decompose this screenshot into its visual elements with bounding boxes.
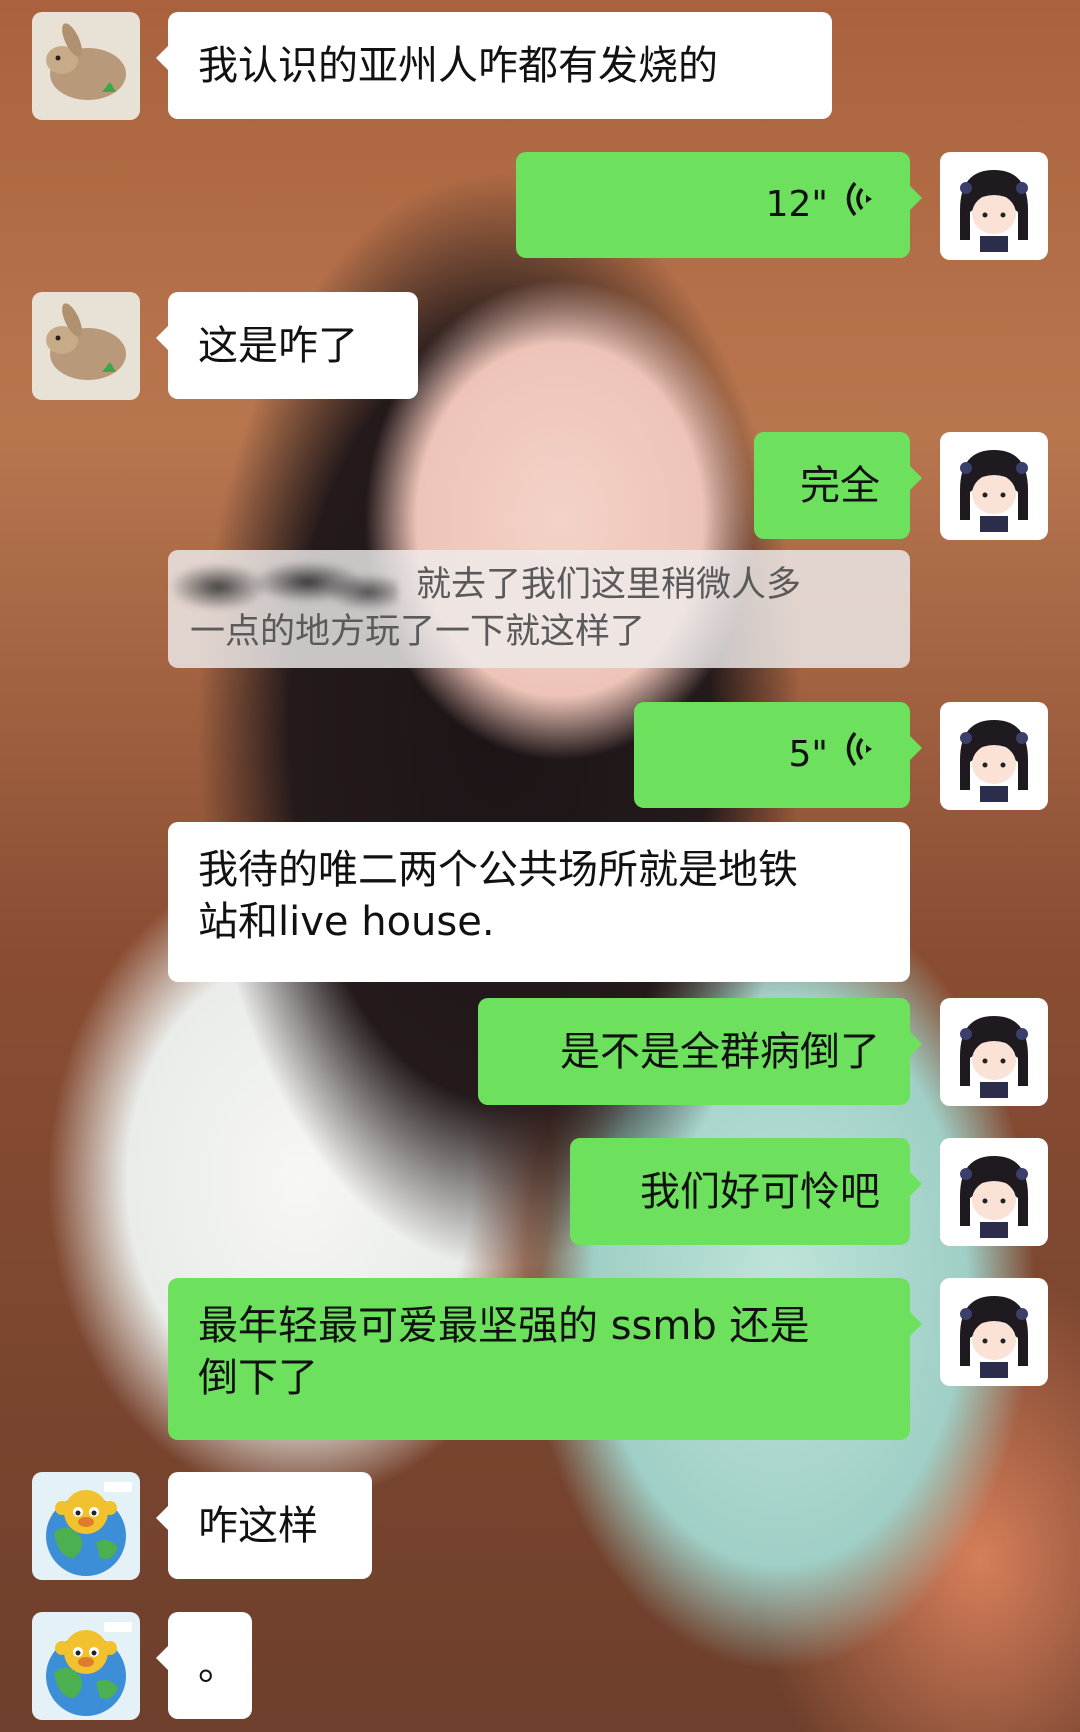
message-bubble[interactable]: 是不是全群病倒了 bbox=[478, 998, 922, 1105]
message-bubble[interactable]: 完全 bbox=[754, 432, 922, 539]
message-bubble[interactable]: 最年轻最可爱最坚强的 ssmb 还是 倒下了 bbox=[168, 1278, 922, 1440]
avatar-rabbit[interactable] bbox=[32, 292, 140, 400]
message-text: 我认识的亚州人咋都有发烧的 bbox=[198, 42, 718, 89]
avatar-rabbit[interactable] bbox=[32, 12, 140, 120]
voice-message-bubble[interactable]: 12" bbox=[516, 152, 922, 258]
avatar-monkey-globe[interactable] bbox=[32, 1612, 140, 1720]
voice-duration: 5" bbox=[788, 734, 828, 775]
message-text-line2: 倒下了 bbox=[198, 1355, 318, 1401]
redaction-scribble bbox=[158, 542, 398, 632]
avatar-self[interactable] bbox=[940, 702, 1048, 810]
voice-duration: 12" bbox=[765, 184, 828, 225]
message-text: 这是咋了 bbox=[198, 322, 358, 369]
message-text-line2: 站和live house. bbox=[198, 899, 495, 945]
message-bubble[interactable]: 。 bbox=[156, 1612, 252, 1719]
message-bubble[interactable]: 我待的唯二两个公共场所就是地铁 站和live house. bbox=[168, 822, 910, 982]
message-text: 咋这样 bbox=[198, 1502, 318, 1549]
message-text: 。 bbox=[198, 1642, 238, 1689]
avatar-self[interactable] bbox=[940, 1138, 1048, 1246]
message-text-line1: 最年轻最可爱最坚强的 ssmb 还是 bbox=[198, 1303, 810, 1349]
voice-wave-icon bbox=[846, 729, 880, 782]
voice-wave-icon bbox=[846, 179, 880, 232]
avatar-self[interactable] bbox=[940, 152, 1048, 260]
message-bubble[interactable]: 这是咋了 bbox=[156, 292, 418, 399]
voice-message-bubble[interactable]: 5" bbox=[634, 702, 922, 808]
message-bubble[interactable]: 我们好可怜吧 bbox=[570, 1138, 922, 1245]
system-message: 就去了我们这里稍微人多 一点的地方玩了一下就这样了 bbox=[158, 542, 910, 668]
avatar-self[interactable] bbox=[940, 432, 1048, 540]
message-text: 我们好可怜吧 bbox=[640, 1168, 880, 1215]
avatar-self[interactable] bbox=[940, 1278, 1048, 1386]
message-text-line1: 我待的唯二两个公共场所就是地铁 bbox=[198, 847, 798, 893]
avatar-monkey-globe[interactable] bbox=[32, 1472, 140, 1580]
message-text: 完全 bbox=[800, 462, 880, 509]
avatar-self[interactable] bbox=[940, 998, 1048, 1106]
message-text: 是不是全群病倒了 bbox=[560, 1028, 880, 1075]
message-bubble[interactable]: 咋这样 bbox=[156, 1472, 372, 1579]
message-bubble[interactable]: 我认识的亚州人咋都有发烧的 bbox=[156, 12, 832, 119]
